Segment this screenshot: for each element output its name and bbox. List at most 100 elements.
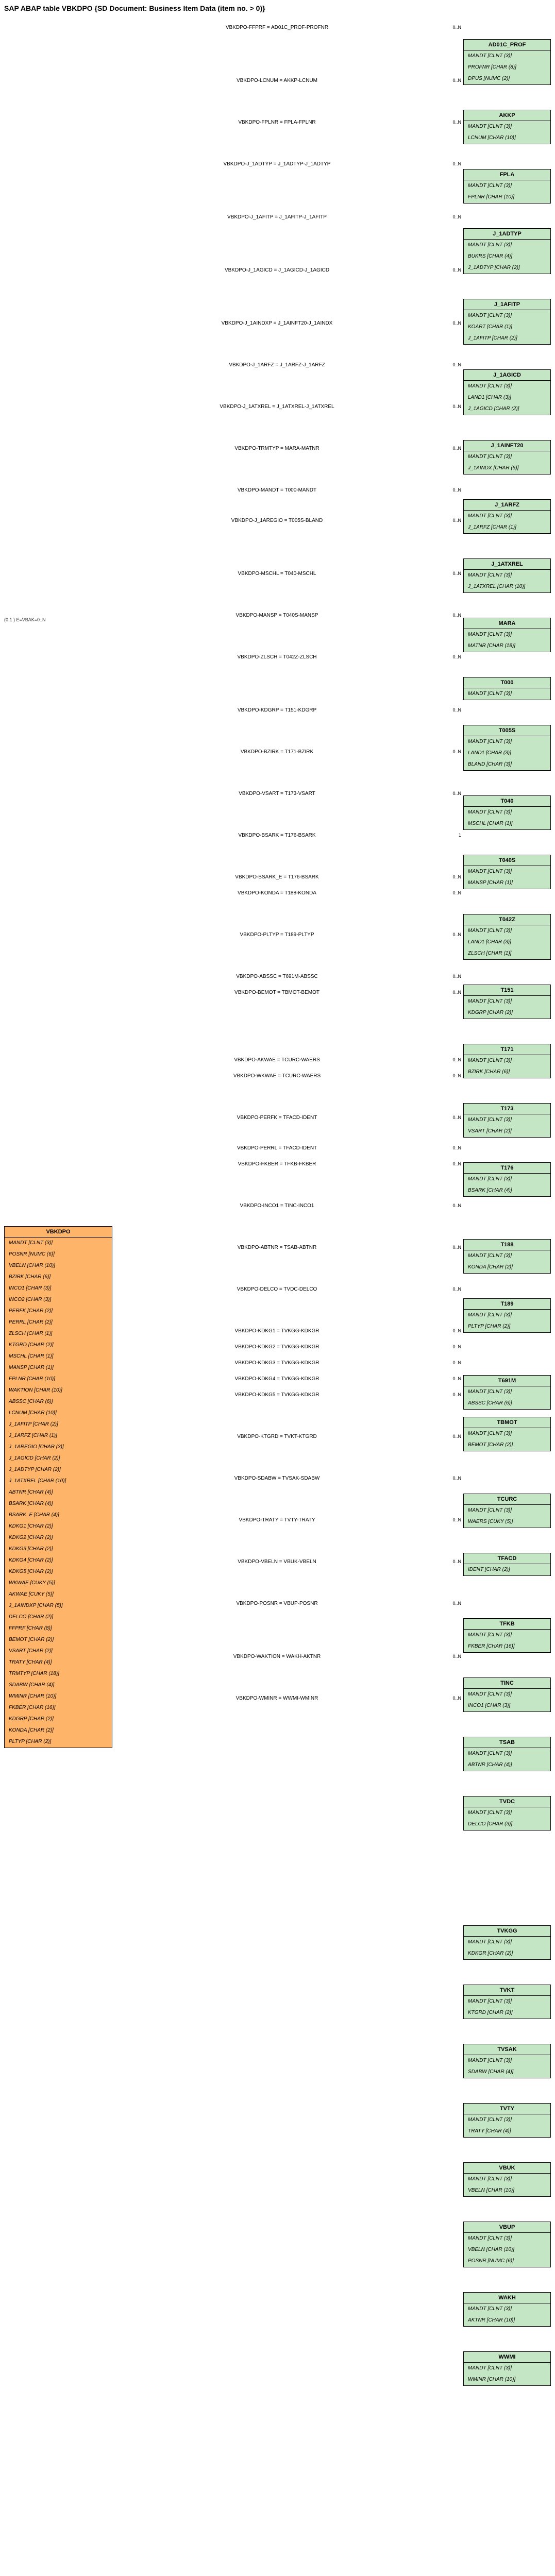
field: INCO1 [CHAR (3)] (464, 1700, 550, 1711)
related-table: TVSAKMANDT [CLNT (3)]SDABW [CHAR (4)] (463, 2044, 551, 2078)
field: IDENT [CHAR (2)] (464, 1564, 550, 1575)
field: J_1ARFZ [CHAR (1)] (5, 1430, 112, 1442)
related-table-name: WWMI (464, 2352, 550, 2363)
field: MANDT [CLNT (3)] (464, 2174, 550, 2185)
edge-label: VBKDPO-J_1AGICD = J_1AGICD-J_1AGICD (112, 264, 442, 273)
edge-cardinality: 0..N (442, 1651, 463, 1659)
edge-cardinality: 0..N (442, 887, 463, 895)
related-table-name: FPLA (464, 170, 550, 180)
relation-edge: VBKDPO-KDKG5 = TVKGG-KDKGR0..N (112, 1389, 463, 1398)
field: MANDT [CLNT (3)] (464, 1689, 550, 1700)
relation-edge: VBKDPO-KDKG4 = TVKGG-KDKGR0..N (112, 1373, 463, 1382)
field: J_1AINDX [CHAR (5)] (464, 463, 550, 474)
edge-label: VBKDPO-BSARK = T176-BSARK (112, 829, 442, 838)
relation-edge: VBKDPO-ABSSC = T691M-ABSSC0..N (112, 971, 463, 979)
edge-label: VBKDPO-PLTYP = T189-PLTYP (112, 929, 442, 938)
field: TRATY [CHAR (4)] (464, 2126, 550, 2137)
field: POSNR [NUMC (6)] (464, 2256, 550, 2267)
field: LAND1 [CHAR (3)] (464, 748, 550, 759)
edge-label: VBKDPO-WKWAE = TCURC-WAERS (112, 1070, 442, 1079)
edge-cardinality: 0..N (442, 1325, 463, 1333)
related-table-name: T000 (464, 677, 550, 688)
related-table: T188MANDT [CLNT (3)]KONDA [CHAR (2)] (463, 1239, 551, 1274)
field: PLTYP [CHAR (2)] (464, 1321, 550, 1332)
edge-label: VBKDPO-ABSSC = T691M-ABSSC (112, 971, 442, 979)
related-table-name: TCURC (464, 1494, 550, 1505)
edge-label: VBKDPO-FKBER = TFKB-FKBER (112, 1158, 442, 1167)
related-table-name: TVDC (464, 1797, 550, 1807)
field: J_1ATXREL [CHAR (10)] (464, 581, 550, 592)
related-table: AD01C_PROFMANDT [CLNT (3)]PROFNR [CHAR (… (463, 39, 551, 85)
relation-edge: VBKDPO-LCNUM = AKKP-LCNUM0..N (112, 75, 463, 83)
related-table: TVKGGMANDT [CLNT (3)]KDKGR [CHAR (2)] (463, 1925, 551, 1960)
edge-cardinality: 0..N (442, 1389, 463, 1397)
related-table: J_1AGICDMANDT [CLNT (3)]LAND1 [CHAR (3)]… (463, 369, 551, 415)
related-table: TBMOTMANDT [CLNT (3)]BEMOT [CHAR (2)] (463, 1417, 551, 1451)
edge-cardinality: 0..N (442, 359, 463, 367)
edge-label: VBKDPO-KDKG5 = TVKGG-KDKGR (112, 1389, 442, 1398)
edge-cardinality: 0..N (442, 788, 463, 796)
edge-cardinality: 0..N (442, 484, 463, 493)
field: MANDT [CLNT (3)] (464, 925, 550, 937)
field: BUKRS [CHAR (4)] (464, 251, 550, 262)
field: SDABW [CHAR (4)] (5, 1680, 112, 1691)
edge-label: VBKDPO-MANSP = T040S-MANSP (112, 609, 442, 618)
related-table: FPLAMANDT [CLNT (3)]FPLNR [CHAR (10)] (463, 169, 551, 204)
relation-edge: VBKDPO-J_1AFITP = J_1AFITP-J_1AFITP0..N (112, 211, 463, 220)
field: FKBER [CHAR (16)] (464, 1641, 550, 1652)
field: KDKG1 [CHAR (2)] (5, 1521, 112, 1532)
field: MANDT [CLNT (3)] (464, 1386, 550, 1398)
related-table-name: T151 (464, 985, 550, 996)
relation-edge: VBKDPO-KDKG2 = TVKGG-KDKGR0..N (112, 1341, 463, 1350)
edge-cardinality: 0..N (442, 987, 463, 995)
edge-label: VBKDPO-BSARK_E = T176-BSARK (112, 871, 442, 880)
relation-edge: VBKDPO-DELCO = TVDC-DELCO0..N (112, 1283, 463, 1292)
field: MANDT [CLNT (3)] (464, 866, 550, 877)
field: VSART [CHAR (2)] (464, 1126, 550, 1137)
field: MANDT [CLNT (3)] (464, 381, 550, 392)
edge-cardinality: 0..N (442, 746, 463, 754)
field: BSARK_E [CHAR (4)] (5, 1510, 112, 1521)
field: VBELN [CHAR (10)] (464, 2185, 550, 2196)
related-table-name: TVSAK (464, 2044, 550, 2055)
related-table-name: J_1ADTYP (464, 229, 550, 240)
field: MANDT [CLNT (3)] (464, 50, 550, 62)
relation-edge: VBKDPO-J_1AGICD = J_1AGICD-J_1AGICD0..N (112, 264, 463, 273)
field: MANDT [CLNT (3)] (464, 629, 550, 640)
related-table-name: T188 (464, 1240, 550, 1250)
related-table: TVKTMANDT [CLNT (3)]KTGRD [CHAR (2)] (463, 1985, 551, 2019)
field: INCO2 [CHAR (3)] (5, 1294, 112, 1306)
relation-edge: VBKDPO-WAKTION = WAKH-AKTNR0..N (112, 1651, 463, 1659)
field: MANDT [CLNT (3)] (464, 2303, 550, 2315)
related-table: J_1ARFZMANDT [CLNT (3)]J_1ARFZ [CHAR (1)… (463, 499, 551, 534)
field: J_1ATXREL [CHAR (10)] (5, 1476, 112, 1487)
field: MANDT [CLNT (3)] (464, 1505, 550, 1516)
field: MANDT [CLNT (3)] (464, 310, 550, 321)
field: MANDT [CLNT (3)] (464, 2363, 550, 2374)
field: POSNR [NUMC (6)] (5, 1249, 112, 1260)
field: ABTNR [CHAR (4)] (464, 1759, 550, 1771)
field: MANDT [CLNT (3)] (464, 451, 550, 463)
edge-label: VBKDPO-MSCHL = T040-MSCHL (112, 568, 442, 577)
field: KDKG3 [CHAR (2)] (5, 1544, 112, 1555)
edge-cardinality: 0..N (442, 1112, 463, 1120)
related-table: TCURCMANDT [CLNT (3)]WAERS [CUKY (5)] (463, 1494, 551, 1528)
relation-edge: VBKDPO-SDABW = TVSAK-SDABW0..N (112, 1472, 463, 1481)
edge-label: VBKDPO-TRMTYP = MARA-MATNR (112, 443, 442, 451)
field: J_1AINDXP [CHAR (5)] (5, 1600, 112, 1612)
field: KTGRD [CHAR (2)] (5, 1340, 112, 1351)
edge-cardinality: 0..N (442, 22, 463, 30)
related-table: VBUPMANDT [CLNT (3)]VBELN [CHAR (10)]POS… (463, 2222, 551, 2267)
related-table-name: T173 (464, 1104, 550, 1114)
edge-label: VBKDPO-VBELN = VBUK-VBELN (112, 1556, 442, 1565)
relation-edge: VBKDPO-KDKG1 = TVKGG-KDKGR0..N (112, 1325, 463, 1334)
related-table: TVTYMANDT [CLNT (3)]TRATY [CHAR (4)] (463, 2103, 551, 2138)
edge-label: VBKDPO-J_1ATXREL = J_1ATXREL-J_1ATXREL (112, 401, 442, 410)
field: MANDT [CLNT (3)] (464, 688, 550, 700)
edge-label: VBKDPO-J_1AINDXP = J_1AINFT20-J_1AINDX (112, 317, 442, 326)
related-table-name: T040S (464, 855, 550, 866)
field: KDGRP [CHAR (2)] (5, 1714, 112, 1725)
edge-label: VBKDPO-BEMOT = TBMOT-BEMOT (112, 987, 442, 995)
field: FFPRF [CHAR (8)] (5, 1623, 112, 1634)
relation-edge: VBKDPO-FPLNR = FPLA-FPLNR0..N (112, 116, 463, 125)
